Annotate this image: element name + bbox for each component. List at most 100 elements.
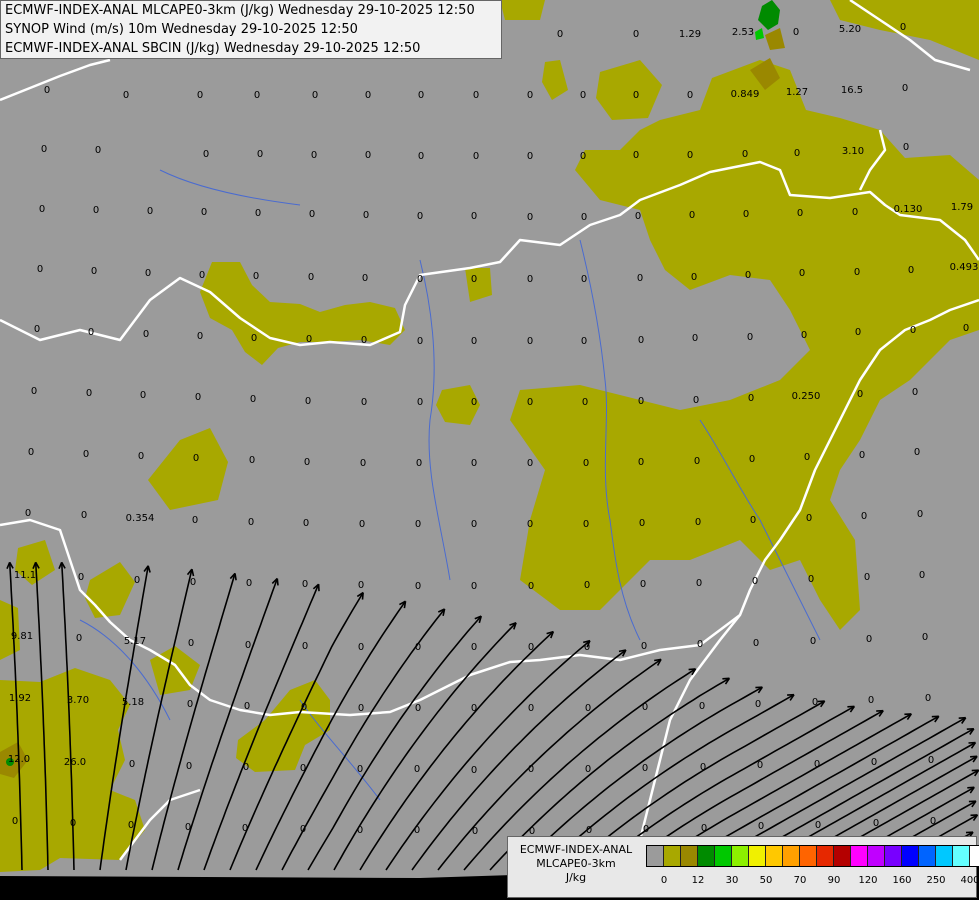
- value-label: 0: [471, 519, 477, 530]
- value-label: 0: [418, 151, 424, 162]
- value-label: 0: [689, 210, 695, 221]
- value-label: 0: [697, 639, 703, 650]
- value-label: 0: [300, 763, 306, 774]
- value-label: 0: [245, 640, 251, 651]
- legend-tick-label: 12: [691, 875, 705, 886]
- legend-title-line3: J/kg: [565, 871, 587, 884]
- value-label: 0: [250, 394, 256, 405]
- value-label: 0: [917, 509, 923, 520]
- value-label: 0: [25, 508, 31, 519]
- value-label: 0: [243, 762, 249, 773]
- legend-swatch: [885, 846, 902, 866]
- header-line-mlcape: ECMWF-INDEX-ANAL MLCAPE0-3km (J/kg) Wedn…: [5, 3, 475, 18]
- value-label: 0: [12, 816, 18, 827]
- value-label: 0: [743, 209, 749, 220]
- value-label: 0: [360, 458, 366, 469]
- value-label: 0: [244, 701, 250, 712]
- value-label: 0: [303, 518, 309, 529]
- value-label: 9.81: [11, 631, 33, 642]
- value-label: 0.130: [894, 204, 923, 215]
- value-label: 0: [527, 458, 533, 469]
- value-label: 3.70: [67, 695, 89, 706]
- value-label: 0: [852, 207, 858, 218]
- legend-tick-label: 90: [827, 875, 841, 886]
- value-label: 0: [415, 703, 421, 714]
- value-label: 0: [302, 641, 308, 652]
- legend-swatch: [834, 846, 851, 866]
- value-label: 0: [471, 703, 477, 714]
- value-label: 0: [251, 333, 257, 344]
- value-label: 0: [145, 268, 151, 279]
- value-label: 0: [365, 90, 371, 101]
- value-label: 0: [581, 274, 587, 285]
- value-label: 0: [638, 396, 644, 407]
- value-label: 0: [471, 458, 477, 469]
- value-label: 0: [925, 693, 931, 704]
- value-label: 0: [257, 149, 263, 160]
- value-label: 0: [308, 272, 314, 283]
- value-label: 0: [855, 327, 861, 338]
- legend-swatch: [953, 846, 970, 866]
- value-label: 0: [696, 578, 702, 589]
- value-label: 0: [195, 392, 201, 403]
- value-label: 0: [415, 519, 421, 530]
- value-label: 0: [806, 513, 812, 524]
- value-label: 0: [854, 267, 860, 278]
- value-label: 0: [930, 816, 936, 827]
- legend-tick-label: 30: [725, 875, 739, 886]
- value-label: 0: [557, 29, 563, 40]
- value-label: 0: [701, 823, 707, 834]
- value-label: 0: [861, 511, 867, 522]
- value-label: 0: [742, 149, 748, 160]
- value-label: 0: [472, 826, 478, 837]
- value-label: 0: [859, 450, 865, 461]
- value-label: 26.0: [64, 757, 86, 768]
- value-label: 0: [358, 580, 364, 591]
- value-label: 0: [365, 150, 371, 161]
- value-label: 0: [810, 636, 816, 647]
- legend-swatch: [783, 846, 800, 866]
- value-label: 0: [138, 451, 144, 462]
- value-label: 0: [415, 581, 421, 592]
- value-label: 0: [749, 454, 755, 465]
- value-label: 0: [358, 703, 364, 714]
- legend-colorbar: [646, 845, 979, 867]
- value-label: 0: [586, 825, 592, 836]
- value-label: 0: [637, 273, 643, 284]
- value-label: 0: [123, 90, 129, 101]
- value-label: 0: [358, 642, 364, 653]
- value-label: 0: [417, 274, 423, 285]
- legend-swatch: [851, 846, 868, 866]
- value-label: 1.92: [9, 693, 31, 704]
- legend-swatch: [766, 846, 783, 866]
- value-label: 0: [128, 820, 134, 831]
- value-label: 0: [197, 90, 203, 101]
- value-label: 0: [363, 210, 369, 221]
- value-label: 0: [528, 581, 534, 592]
- value-label: 0: [306, 334, 312, 345]
- cape-area-west-4: [0, 600, 20, 660]
- value-label: 0: [699, 701, 705, 712]
- value-label: 0: [580, 90, 586, 101]
- value-label: 0: [304, 457, 310, 468]
- color-legend: ECMWF-INDEX-ANAL MLCAPE0-3km J/kg 0 12 30 5…: [507, 836, 979, 898]
- value-label: 0: [246, 578, 252, 589]
- value-label: 0: [44, 85, 50, 96]
- value-label: 0: [585, 764, 591, 775]
- value-label: 0: [147, 206, 153, 217]
- value-label: 0: [185, 822, 191, 833]
- legend-tick-label: 400: [960, 875, 979, 886]
- value-label: 0: [305, 396, 311, 407]
- value-label: 0: [76, 633, 82, 644]
- value-label: 0: [528, 703, 534, 714]
- cape-area-top-mid: [500, 0, 545, 20]
- legend-swatch: [664, 846, 681, 866]
- value-label: 0: [473, 90, 479, 101]
- value-label: 0: [473, 151, 479, 162]
- value-label: 0: [34, 324, 40, 335]
- value-label: 0: [188, 638, 194, 649]
- value-label: 0: [808, 574, 814, 585]
- legend-title-line1: ECMWF-INDEX-ANAL: [519, 843, 633, 856]
- value-label: 0: [357, 825, 363, 836]
- value-label: 0: [864, 572, 870, 583]
